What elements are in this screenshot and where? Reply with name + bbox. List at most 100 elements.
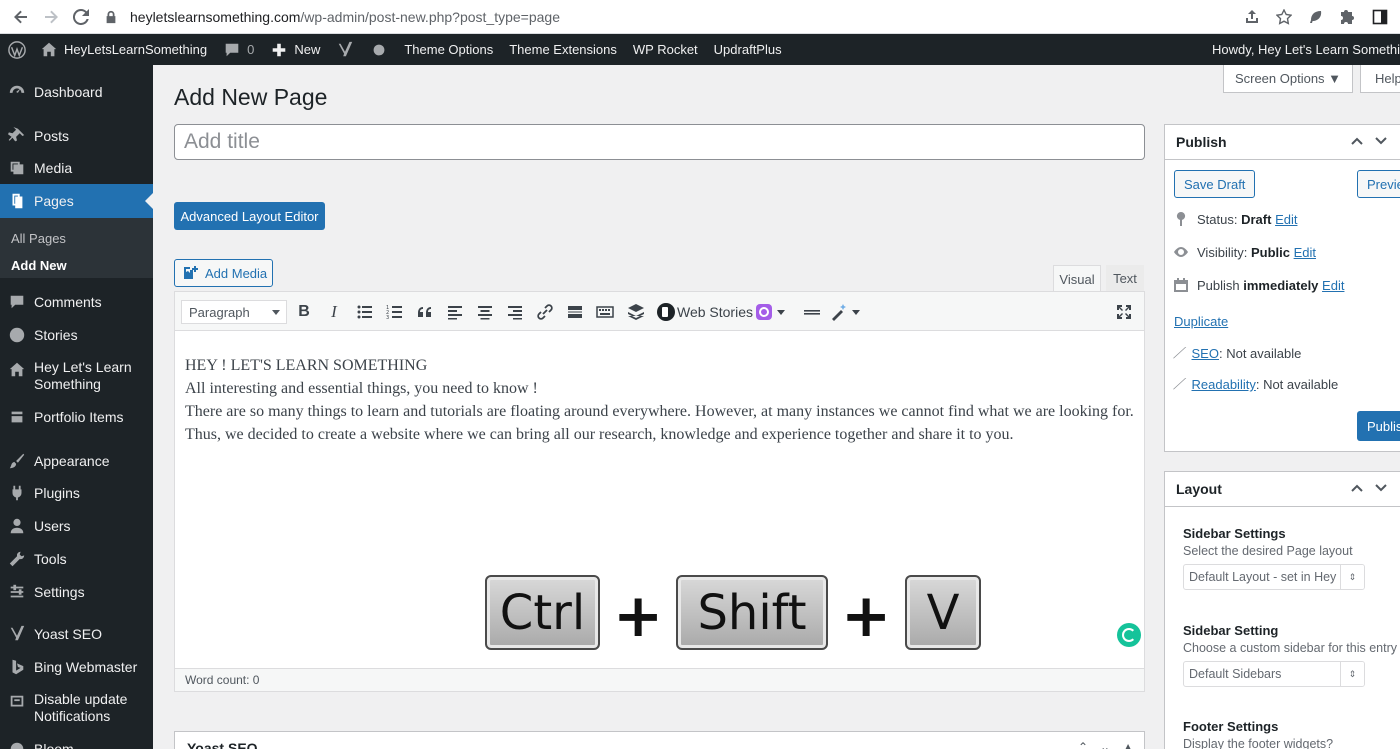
- back-icon[interactable]: [6, 2, 36, 32]
- sidebar-label: Bing Webmaster: [34, 659, 138, 675]
- media-icon: [0, 159, 34, 177]
- share-icon[interactable]: [1242, 7, 1262, 27]
- sidebar-item-bloom[interactable]: Bloom: [0, 739, 153, 749]
- sidebar-item-pages[interactable]: Pages: [0, 184, 153, 218]
- layers-icon[interactable]: [625, 301, 647, 323]
- numbered-list-icon[interactable]: 123: [384, 301, 406, 323]
- wp-rocket-link[interactable]: WP Rocket: [625, 34, 706, 65]
- read-more-icon[interactable]: [564, 301, 586, 323]
- sidebar-item-yoast[interactable]: Yoast SEO: [0, 624, 153, 644]
- url-host: heyletslearnsomething.com: [130, 8, 301, 25]
- align-left-icon[interactable]: [444, 301, 466, 323]
- yoast-adminbar-icon[interactable]: [328, 34, 362, 65]
- sidebar-panel-icon[interactable]: [1370, 7, 1390, 27]
- submenu-add-new[interactable]: Add New: [11, 258, 67, 273]
- sidebar-item-plugins[interactable]: Plugins: [0, 483, 153, 503]
- help-button[interactable]: Help: [1360, 65, 1400, 93]
- chevron-up-icon[interactable]: [1350, 134, 1364, 148]
- chevron-down-icon[interactable]: ⌄: [1100, 740, 1110, 749]
- site-name[interactable]: HeyLetsLearnSomething: [34, 34, 215, 65]
- active-arrow: [145, 193, 153, 209]
- horizontal-line-icon[interactable]: [801, 301, 823, 323]
- disable-updates-icon: [0, 691, 34, 711]
- toggle-arrow-icon[interactable]: ▲: [1122, 740, 1134, 749]
- screen-options-button[interactable]: Screen Options ▼: [1223, 65, 1353, 93]
- tab-visual[interactable]: Visual: [1053, 265, 1101, 292]
- bulleted-list-icon[interactable]: [354, 301, 376, 323]
- theme-options-link[interactable]: Theme Options: [396, 34, 501, 65]
- sidebar-item-users[interactable]: Users: [0, 516, 153, 536]
- sidebar-item-appearance[interactable]: Appearance: [0, 451, 153, 471]
- sidebar-item-portfolio[interactable]: Portfolio Items: [0, 407, 153, 427]
- edit-visibility-link[interactable]: Edit: [1294, 245, 1316, 260]
- seo-value: : Not available: [1218, 346, 1302, 361]
- comments-link[interactable]: 0: [215, 34, 262, 65]
- magic-wand-icon[interactable]: [830, 301, 864, 323]
- publish-button[interactable]: Publish: [1357, 411, 1400, 441]
- edit-schedule-link[interactable]: Edit: [1322, 278, 1344, 293]
- status-dot-icon[interactable]: [362, 34, 396, 65]
- reload-icon[interactable]: [66, 2, 96, 32]
- link-icon[interactable]: [534, 301, 556, 323]
- publish-value: immediately: [1243, 277, 1319, 293]
- svg-text:3: 3: [386, 315, 389, 321]
- sidebar-item-hey-lets-learn[interactable]: Hey Let's Learn Something: [0, 359, 153, 393]
- sidebar-item-media[interactable]: Media: [0, 158, 153, 178]
- chevron-up-icon[interactable]: ⌃: [1078, 740, 1088, 749]
- blockquote-icon[interactable]: [414, 301, 436, 323]
- sidebar-item-posts[interactable]: Posts: [0, 126, 153, 146]
- sidebar-item-comments[interactable]: Comments: [0, 292, 153, 312]
- italic-icon[interactable]: I: [323, 301, 345, 323]
- footer-settings-desc: Display the footer widgets?: [1183, 737, 1334, 749]
- tab-text[interactable]: Text: [1106, 265, 1144, 292]
- duplicate-link[interactable]: Duplicate: [1174, 314, 1228, 329]
- edit-status-link[interactable]: Edit: [1275, 212, 1297, 227]
- fullscreen-icon[interactable]: [1113, 301, 1135, 323]
- seo-link[interactable]: SEO: [1192, 346, 1219, 361]
- star-icon[interactable]: [1274, 7, 1294, 27]
- add-media-button[interactable]: Add Media: [174, 259, 273, 287]
- readability-link[interactable]: Readability: [1192, 377, 1256, 392]
- portfolio-icon: [0, 408, 34, 426]
- submenu-all-pages[interactable]: All Pages: [11, 231, 66, 246]
- chevron-up-icon[interactable]: [1350, 481, 1364, 495]
- updraftplus-link[interactable]: UpdraftPlus: [706, 34, 790, 65]
- keyboard-toolbar-toggle-icon[interactable]: [594, 301, 616, 323]
- preview-button[interactable]: Preview: [1357, 170, 1400, 198]
- editor-toolbar: Paragraph B I 123 Web Stories: [175, 292, 1144, 331]
- page-layout-select[interactable]: Default Layout - set in Hey ⇕: [1183, 564, 1365, 590]
- editor-content[interactable]: HEY ! LET'S LEARN SOMETHING All interest…: [185, 354, 1135, 446]
- forward-icon[interactable]: [36, 2, 66, 32]
- new-content-link[interactable]: New: [262, 34, 328, 65]
- format-select[interactable]: Paragraph: [181, 300, 287, 324]
- title-input[interactable]: Add title: [174, 124, 1145, 160]
- readability-value: : Not available: [1255, 377, 1339, 392]
- chevron-down-icon[interactable]: [1374, 481, 1388, 495]
- web-stories-button[interactable]: Web Stories: [657, 301, 753, 323]
- save-draft-button[interactable]: Save Draft: [1174, 170, 1256, 198]
- sidebar-item-bing[interactable]: Bing Webmaster: [0, 657, 153, 677]
- address-bar[interactable]: heyletslearnsomething.com/wp-admin/post-…: [104, 3, 1242, 31]
- bold-icon[interactable]: B: [293, 301, 315, 323]
- bing-icon: [0, 658, 34, 676]
- web-stories-label: Web Stories: [677, 304, 753, 320]
- sidebar-item-tools[interactable]: Tools: [0, 549, 153, 569]
- my-account[interactable]: Howdy, Hey Let's Learn Somethi: [1212, 34, 1400, 65]
- wp-admin-bar: HeyLetsLearnSomething 0 New Theme Option…: [0, 34, 1400, 65]
- sidebar-item-dashboard[interactable]: Dashboard: [0, 82, 153, 102]
- advanced-layout-editor-button[interactable]: Advanced Layout Editor: [174, 202, 325, 230]
- sidebar-item-stories[interactable]: Stories: [0, 325, 153, 345]
- align-center-icon[interactable]: [474, 301, 496, 323]
- theme-extensions-link[interactable]: Theme Extensions: [501, 34, 625, 65]
- grammarly-icon[interactable]: [1117, 623, 1141, 647]
- sidebar-item-disable-updates[interactable]: Disable update Notifications: [0, 691, 153, 725]
- puzzle-icon[interactable]: [1338, 7, 1358, 27]
- custom-sidebar-select[interactable]: Default Sidebars ⇕: [1183, 661, 1365, 687]
- purple-shortcode-icon[interactable]: [755, 301, 789, 323]
- sidebar-item-settings[interactable]: Settings: [0, 582, 153, 602]
- chevron-down-icon[interactable]: [1374, 134, 1388, 148]
- wordpress-logo-icon[interactable]: [0, 34, 34, 65]
- align-right-icon[interactable]: [504, 301, 526, 323]
- extension-leaf-icon[interactable]: [1306, 7, 1326, 27]
- plus-icon: [270, 41, 288, 59]
